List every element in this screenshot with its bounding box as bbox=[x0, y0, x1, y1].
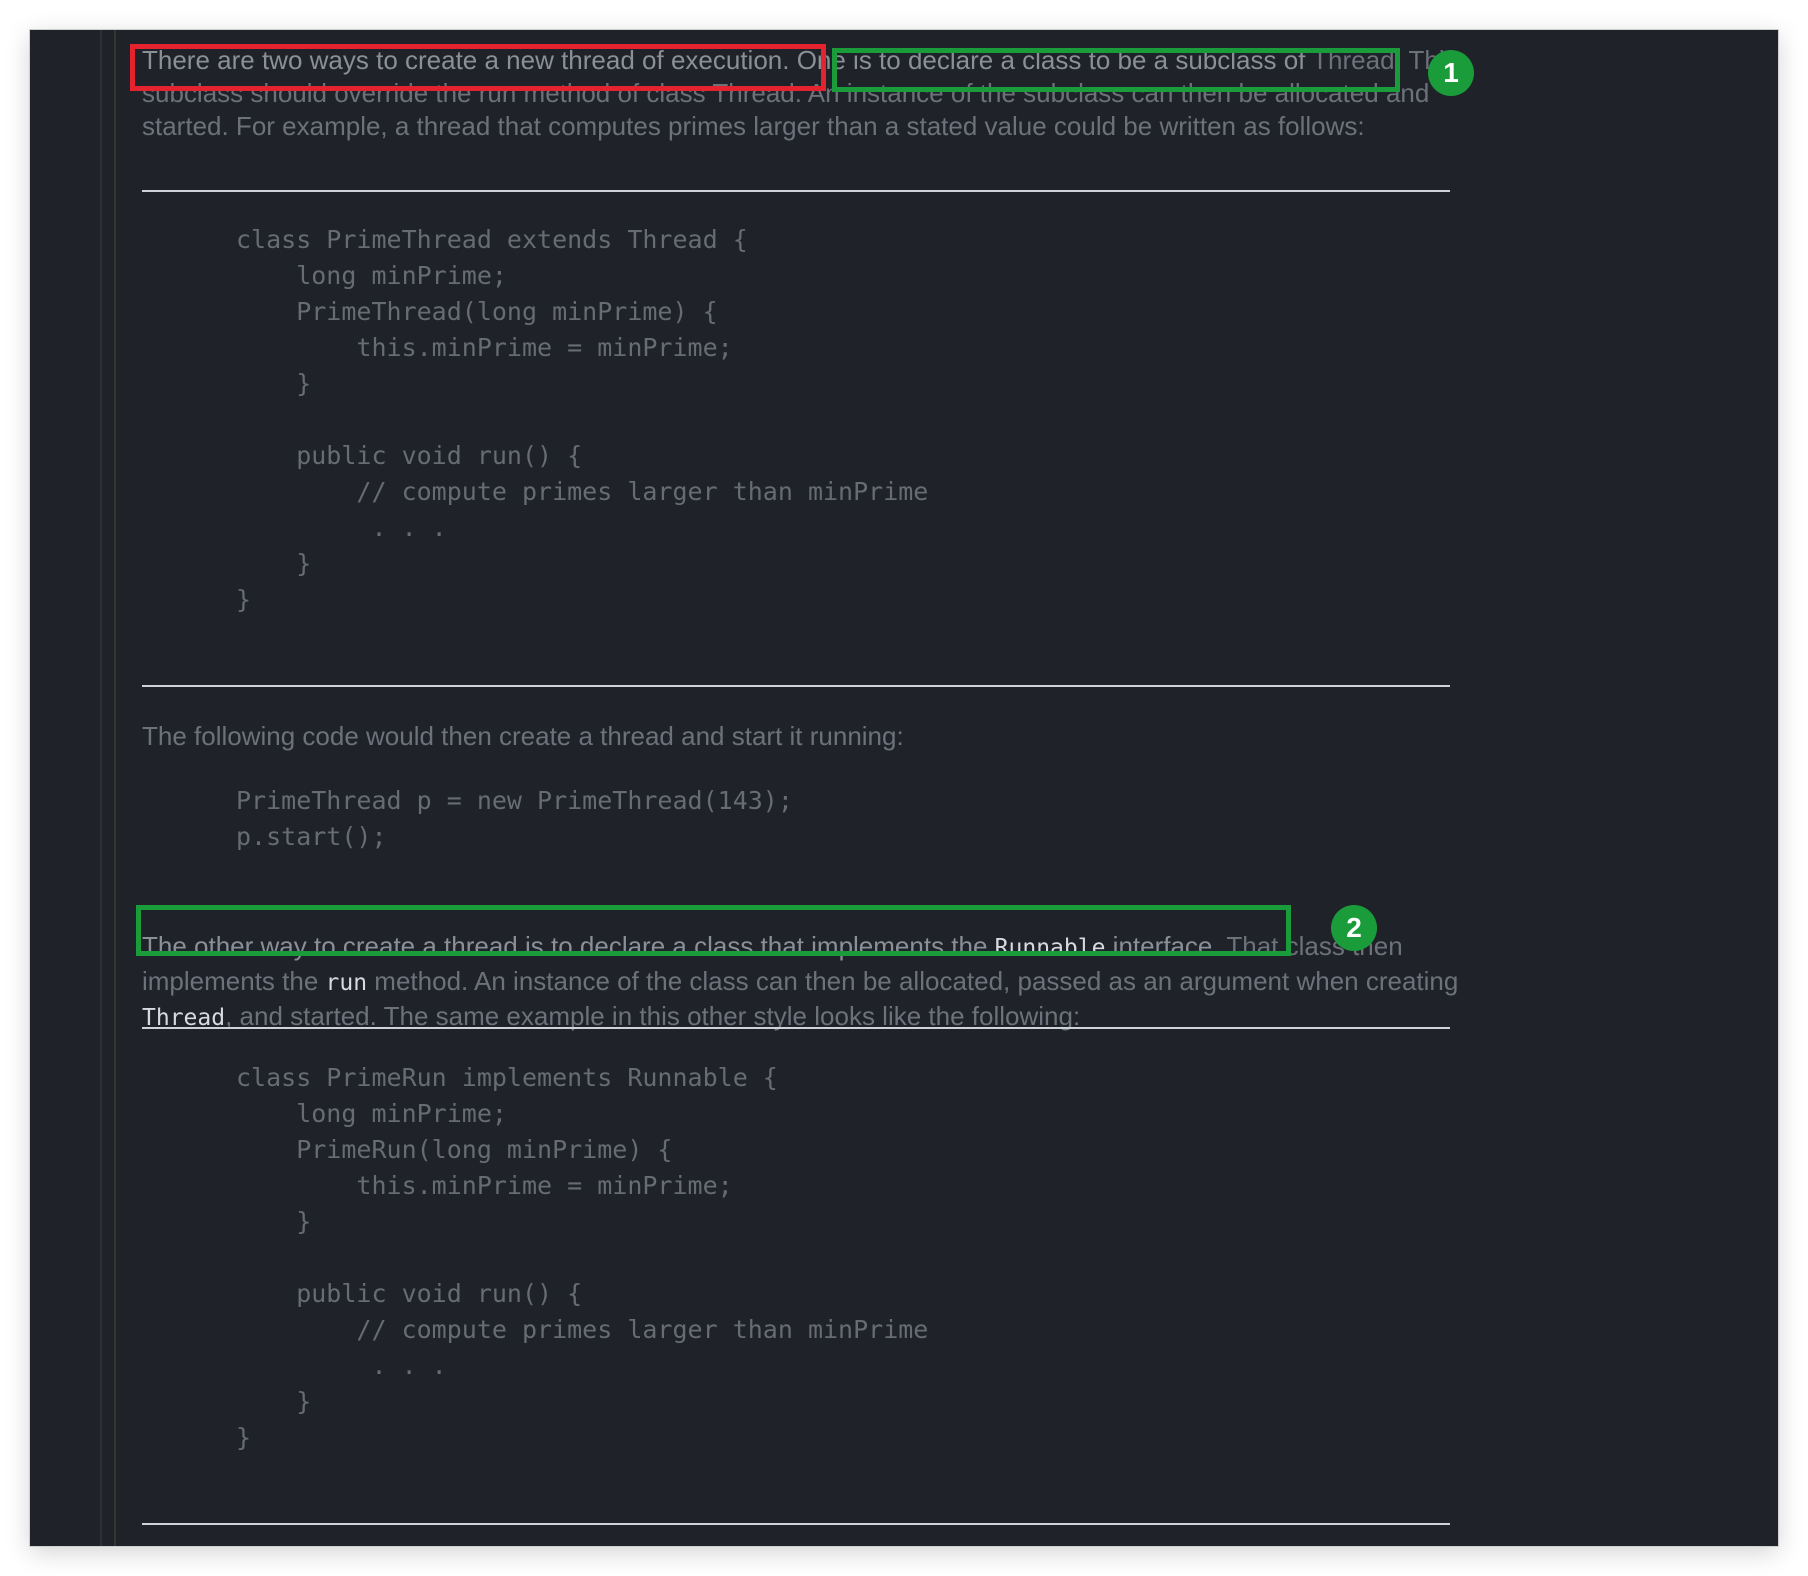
green-highlight-box-2 bbox=[136, 905, 1291, 956]
divider bbox=[142, 1027, 1450, 1029]
doc-content: There are two ways to create a new threa… bbox=[30, 30, 1778, 1546]
documentation-window: There are two ways to create a new threa… bbox=[30, 30, 1778, 1546]
green-highlight-box-1 bbox=[832, 48, 1400, 92]
paragraph-start-thread: The following code would then create a t… bbox=[142, 721, 904, 751]
code-block-primerun: class PrimeRun implements Runnable { lon… bbox=[236, 1063, 929, 1452]
divider bbox=[142, 1523, 1450, 1525]
red-highlight-box bbox=[130, 44, 826, 91]
divider bbox=[142, 685, 1450, 687]
annotation-badge-2: 2 bbox=[1331, 905, 1377, 951]
code-block-primethread: class PrimeThread extends Thread { long … bbox=[236, 225, 929, 614]
annotation-badge-1: 1 bbox=[1428, 50, 1474, 96]
sentence-allocated: method. An instance of the class can the… bbox=[367, 966, 1459, 996]
code-run: run bbox=[325, 970, 368, 996]
divider bbox=[142, 190, 1450, 192]
code-block-start: PrimeThread p = new PrimeThread(143); p.… bbox=[236, 786, 793, 851]
